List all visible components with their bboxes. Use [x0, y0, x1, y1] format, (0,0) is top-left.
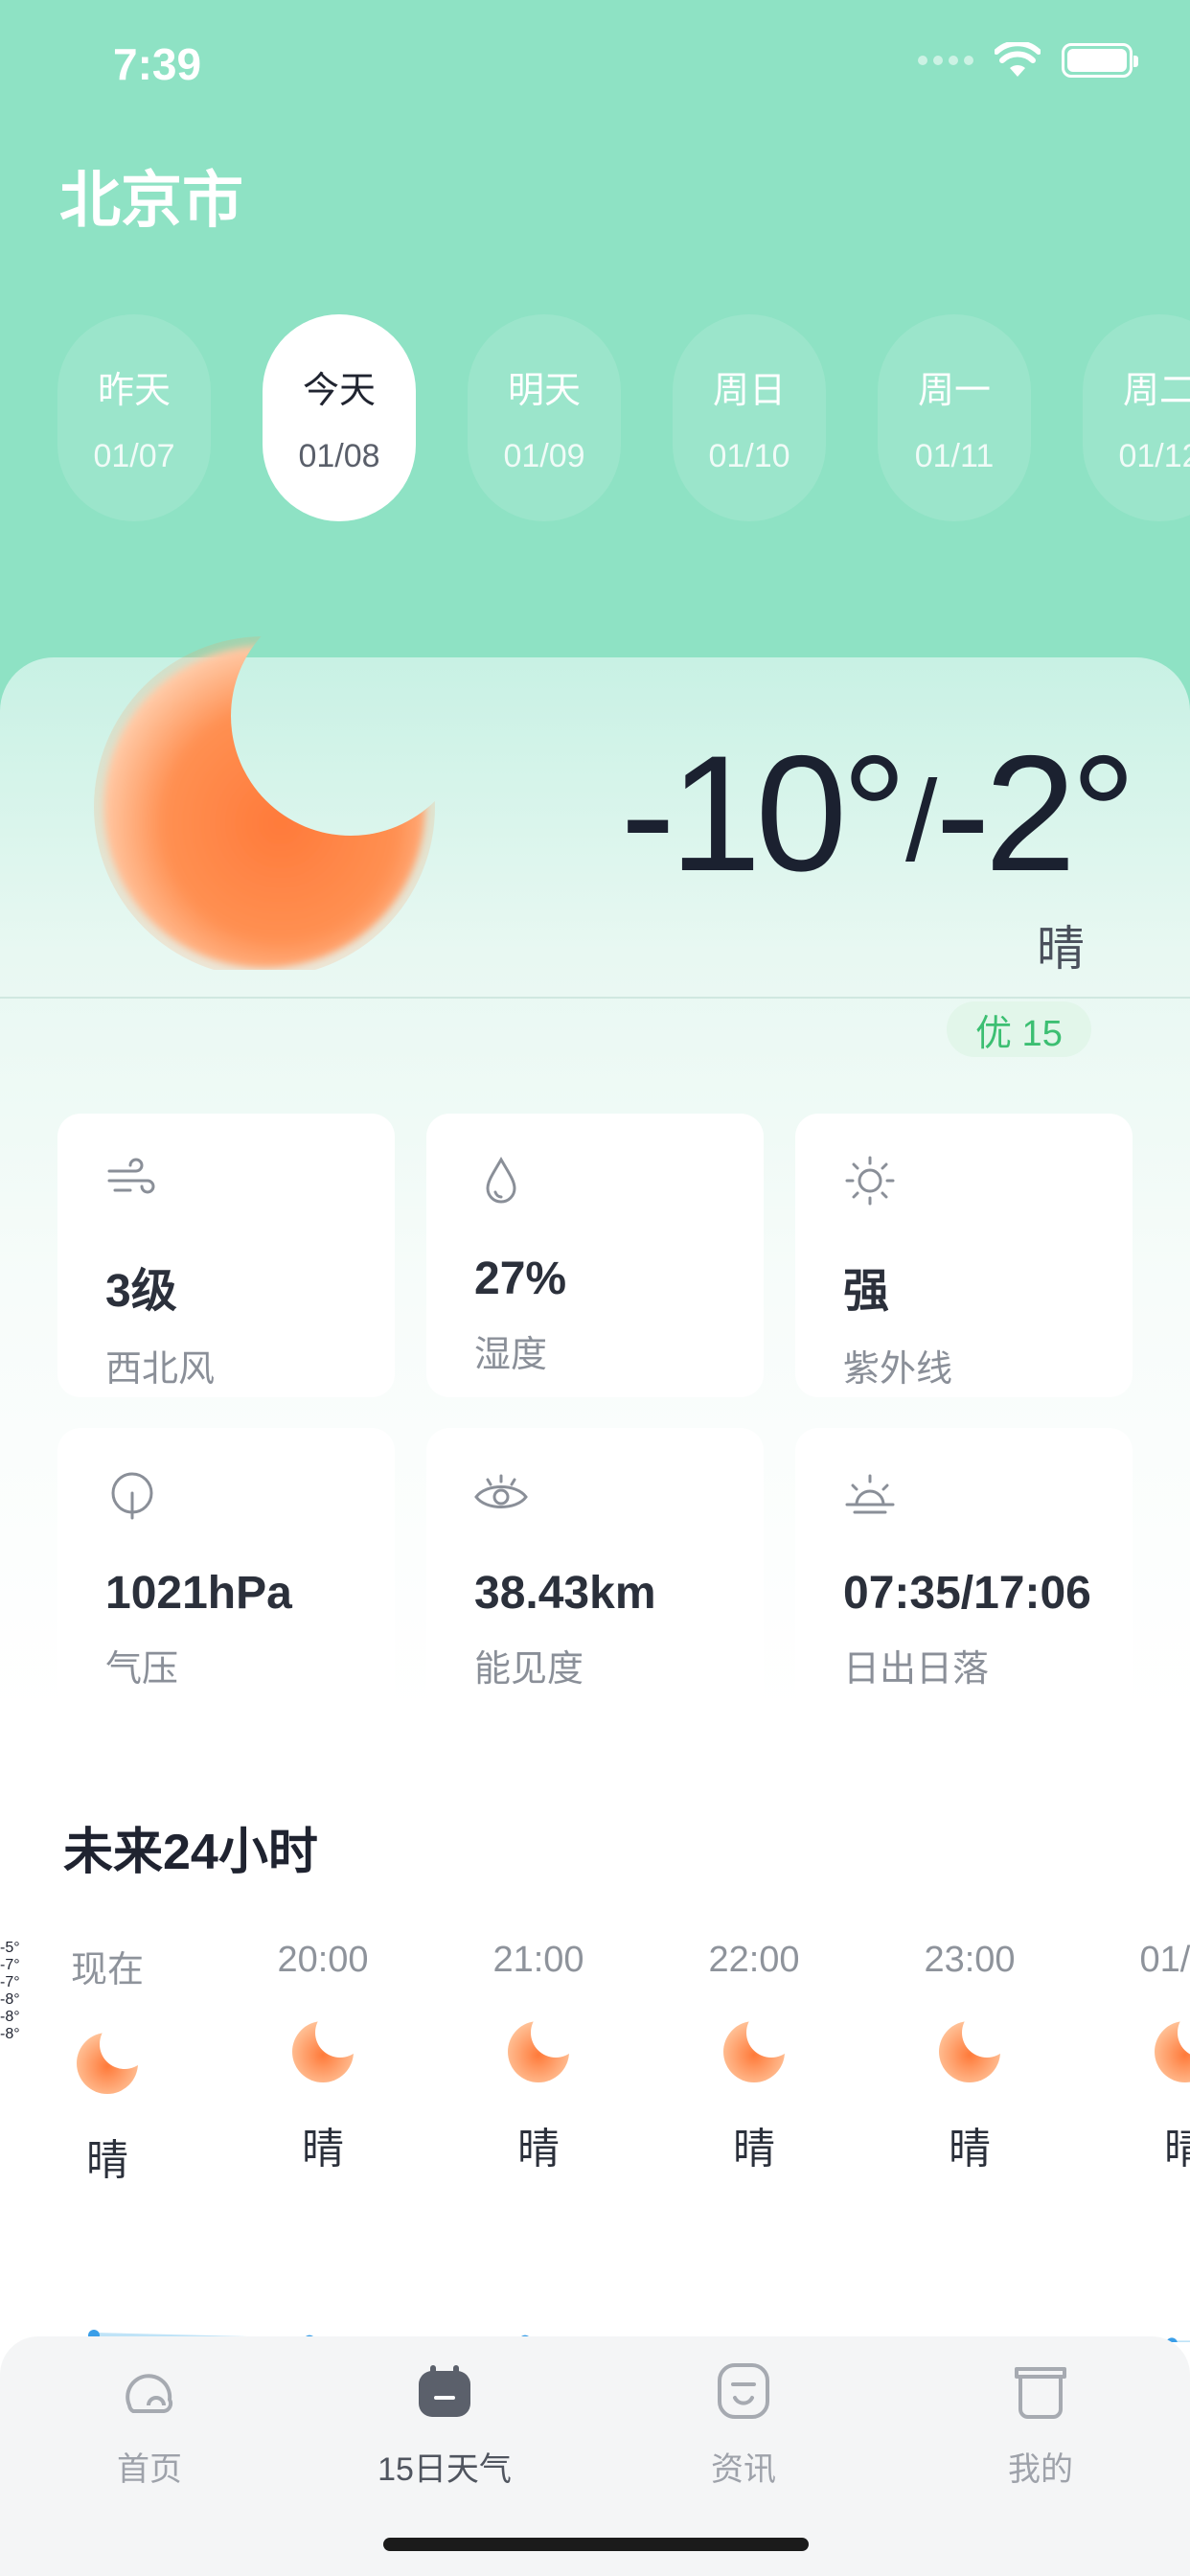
hour-weather: 晴	[949, 2126, 991, 2173]
tab-home[interactable]: 首页	[54, 2358, 245, 2490]
status-icons	[918, 42, 1138, 79]
hour-weather: 晴	[1164, 2126, 1190, 2173]
city-name[interactable]: 北京市	[59, 151, 243, 240]
stat-value: 07:35/17:06	[843, 1568, 1091, 1619]
tab-label: 15日天气	[378, 2451, 512, 2488]
tab-profile[interactable]: 我的	[945, 2358, 1136, 2490]
forecast-24h-title: 未来24小时	[63, 1825, 318, 1880]
day-tabs: 昨天 01/07 今天 01/08 明天 01/09 周日 01/10 周一 0…	[57, 314, 1190, 521]
hour-item[interactable]: 01/09 晴	[1109, 1940, 1190, 2175]
wifi-icon	[995, 42, 1041, 77]
day-tab-yesterday[interactable]: 昨天 01/07	[57, 314, 211, 521]
hour-weather: 晴	[302, 2126, 344, 2173]
home-indicator	[383, 2538, 809, 2551]
hour-weather: 晴	[517, 2126, 560, 2173]
moon-icon	[77, 2033, 138, 2094]
stat-card-visibility[interactable]: 38.43km 能见度	[426, 1428, 764, 1712]
temp-high: -2°	[935, 722, 1136, 906]
stat-label: 西北风	[105, 1349, 216, 1390]
hour-time: 23:00	[924, 1940, 1016, 1980]
moon-icon	[508, 2021, 569, 2082]
stat-value: 1021hPa	[105, 1568, 292, 1619]
stat-cards: 3级 西北风 27% 湿度 强 紫外线 1021hPa 气压 38.43km 能…	[57, 1114, 1133, 1712]
status-time: 7:39	[113, 39, 202, 89]
hour-time: 现在	[70, 1950, 144, 1990]
stat-label: 日出日落	[843, 1649, 990, 1690]
day-date: 01/08	[298, 438, 380, 474]
divider	[0, 997, 1190, 999]
weather-condition: 晴	[1037, 922, 1085, 976]
moon-icon	[939, 2021, 1000, 2082]
forecast-icon	[419, 2365, 470, 2417]
hour-time: 22:00	[708, 1940, 800, 1980]
day-date: 01/11	[914, 438, 995, 474]
temp-range: -10°/-2°	[620, 719, 1136, 908]
stat-label: 湿度	[474, 1335, 548, 1375]
stat-card-sunrise[interactable]: 07:35/17:06 日出日落	[795, 1428, 1133, 1712]
day-tab-tuesday[interactable]: 周二 01/12	[1083, 314, 1190, 521]
sun-icon	[845, 1156, 895, 1206]
forecast-24h-list[interactable]: 现在晴20:00晴21:00晴22:00晴23:00晴01/09晴-5°-7°-…	[0, 1940, 1190, 2342]
stat-label: 能见度	[474, 1649, 584, 1690]
tab-label: 资讯	[711, 2451, 776, 2488]
hour-time: 01/09	[1139, 1940, 1190, 1980]
eye-icon	[474, 1474, 528, 1508]
home-icon	[126, 2374, 173, 2413]
tab-15day[interactable]: 15日天气	[349, 2358, 540, 2490]
stat-card-pressure[interactable]: 1021hPa 气压	[57, 1428, 395, 1712]
aqi-badge[interactable]: 优 15	[947, 1001, 1091, 1057]
day-tab-today[interactable]: 今天 01/08	[263, 314, 416, 521]
stat-card-humidity[interactable]: 27% 湿度	[426, 1114, 764, 1397]
stat-value: 38.43km	[474, 1568, 656, 1619]
moon-icon	[292, 2021, 354, 2082]
moon-icon	[723, 2021, 785, 2082]
battery-icon	[1062, 43, 1138, 78]
profile-icon	[1015, 2367, 1066, 2419]
wind-icon	[107, 1158, 155, 1194]
pressure-icon	[111, 1472, 153, 1520]
hour-item[interactable]: 现在晴	[31, 1940, 184, 2187]
day-name: 周一	[917, 371, 991, 411]
news-icon	[718, 2363, 769, 2419]
hour-item[interactable]: 22:00 晴	[677, 1940, 831, 2175]
temp-low: -10°	[620, 722, 907, 906]
hour-item[interactable]: 23:00 晴	[893, 1940, 1046, 2175]
moon-icon	[94, 636, 435, 970]
day-name: 昨天	[97, 371, 171, 411]
humidity-icon	[486, 1156, 516, 1204]
tab-label: 首页	[117, 2451, 182, 2488]
stat-value: 27%	[474, 1254, 567, 1304]
hour-item[interactable]: 20:00 晴	[246, 1940, 400, 2175]
tab-news[interactable]: 资讯	[648, 2358, 839, 2490]
sunrise-icon	[845, 1474, 895, 1514]
day-name: 周二	[1122, 371, 1190, 411]
stat-card-uv[interactable]: 强 紫外线	[795, 1114, 1133, 1397]
day-date: 01/09	[503, 438, 585, 474]
temp-separator: /	[904, 757, 937, 886]
day-name: 今天	[302, 371, 376, 411]
stat-label: 气压	[105, 1649, 179, 1690]
day-tab-monday[interactable]: 周一 01/11	[878, 314, 1031, 521]
signal-icon	[918, 56, 973, 65]
day-date: 01/10	[708, 438, 790, 474]
hour-weather: 晴	[86, 2137, 128, 2184]
stat-value: 强	[843, 1266, 890, 1317]
day-date: 01/12	[1118, 438, 1190, 474]
moon-icon	[1155, 2021, 1190, 2082]
stat-label: 紫外线	[843, 1349, 953, 1390]
day-tab-tomorrow[interactable]: 明天 01/09	[468, 314, 621, 521]
hour-item[interactable]: 21:00 晴	[462, 1940, 615, 2175]
tab-label: 我的	[1008, 2451, 1073, 2488]
stat-card-wind[interactable]: 3级 西北风	[57, 1114, 395, 1397]
day-name: 周日	[712, 371, 786, 411]
hour-weather: 晴	[733, 2126, 775, 2173]
day-name: 明天	[507, 371, 581, 411]
day-date: 01/07	[93, 438, 175, 474]
stat-value: 3级	[105, 1266, 177, 1317]
hour-time: 21:00	[492, 1940, 584, 1980]
day-tab-sunday[interactable]: 周日 01/10	[673, 314, 826, 521]
hour-time: 20:00	[277, 1940, 369, 1980]
